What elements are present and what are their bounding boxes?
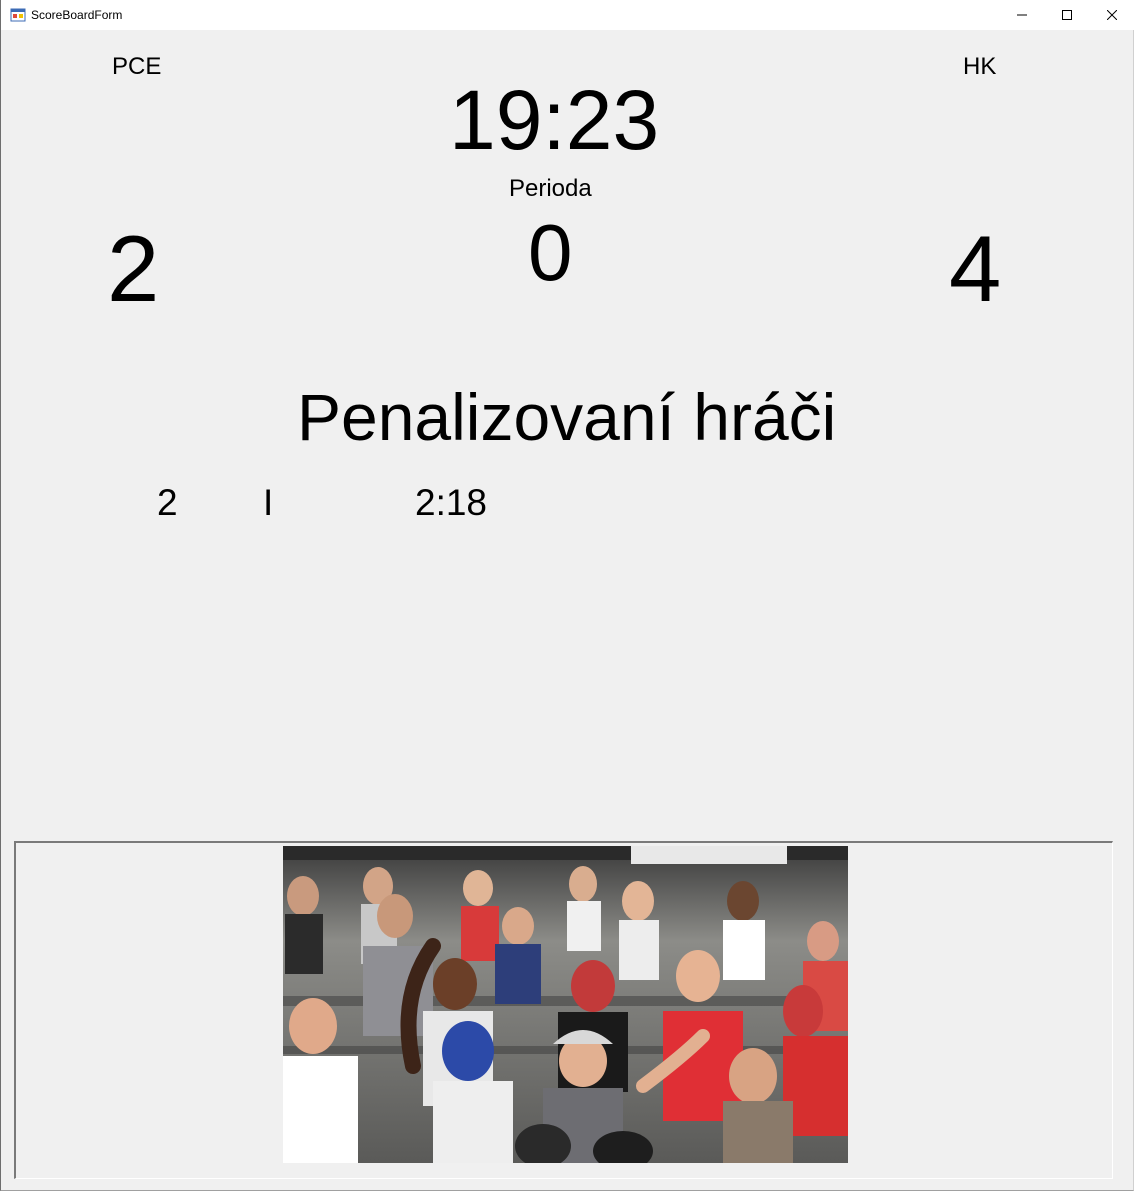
title-bar[interactable]: ScoreBoardForm xyxy=(1,0,1134,30)
minimize-button[interactable] xyxy=(999,0,1045,30)
media-panel xyxy=(14,841,1113,1179)
close-button[interactable] xyxy=(1089,0,1134,30)
maximize-icon xyxy=(1062,10,1072,20)
crowd-photo-illustration xyxy=(283,846,848,1163)
penalty-time-remaining: 2:18 xyxy=(415,482,488,523)
window-title: ScoreBoardForm xyxy=(31,8,123,22)
app-form-icon xyxy=(10,8,26,22)
away-score: 4 xyxy=(949,216,1002,321)
penalized-players-heading: Penalizovaní hráči xyxy=(297,380,837,454)
period-label: Perioda xyxy=(509,175,592,202)
penalty-type: I xyxy=(263,482,274,523)
away-team-label: HK xyxy=(963,53,997,80)
scoreboard-window: ScoreBoardForm PCE HK 19:23 Perioda 0 2 … xyxy=(0,0,1134,1191)
game-clock: 19:23 xyxy=(449,73,660,167)
maximize-button[interactable] xyxy=(1044,0,1090,30)
close-icon xyxy=(1107,10,1117,20)
minimize-icon xyxy=(1017,14,1027,16)
period-value: 0 xyxy=(528,208,573,297)
home-team-label: PCE xyxy=(112,53,162,80)
penalty-player-number: 2 xyxy=(157,482,178,523)
crowd-photo xyxy=(283,846,848,1163)
home-score: 2 xyxy=(107,216,160,321)
